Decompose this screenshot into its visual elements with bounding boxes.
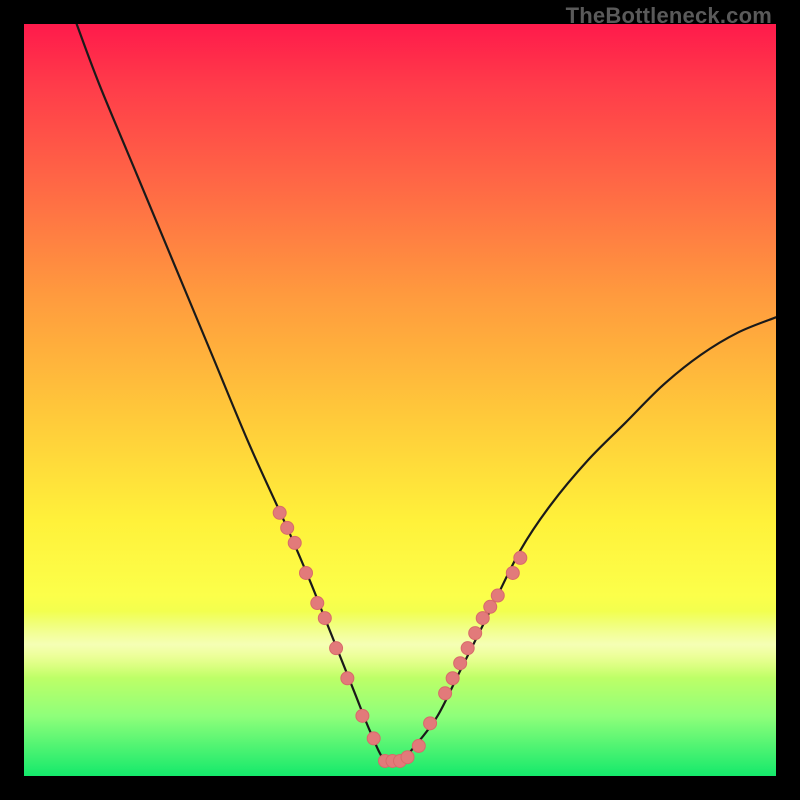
curve-marker: [300, 566, 313, 579]
chart-svg: [24, 24, 776, 776]
chart-plot-area: [24, 24, 776, 776]
curve-marker: [412, 739, 425, 752]
curve-marker: [330, 642, 343, 655]
curve-marker: [281, 521, 294, 534]
curve-markers: [273, 506, 527, 767]
curve-marker: [476, 612, 489, 625]
curve-marker: [424, 717, 437, 730]
curve-marker: [461, 642, 474, 655]
curve-line: [77, 24, 776, 764]
curve-marker: [506, 566, 519, 579]
curve-marker: [311, 597, 324, 610]
curve-marker: [273, 506, 286, 519]
curve-marker: [446, 672, 459, 685]
curve-marker: [514, 551, 527, 564]
curve-marker: [454, 657, 467, 670]
watermark-text: TheBottleneck.com: [566, 3, 772, 29]
curve-marker: [484, 600, 497, 613]
curve-marker: [491, 589, 504, 602]
curve-marker: [341, 672, 354, 685]
curve-marker: [288, 536, 301, 549]
curve-marker: [318, 612, 331, 625]
curve-marker: [469, 627, 482, 640]
curve-marker: [401, 751, 414, 764]
curve-marker: [439, 687, 452, 700]
curve-marker: [356, 709, 369, 722]
curve-marker: [367, 732, 380, 745]
bottleneck-curve: [77, 24, 776, 764]
